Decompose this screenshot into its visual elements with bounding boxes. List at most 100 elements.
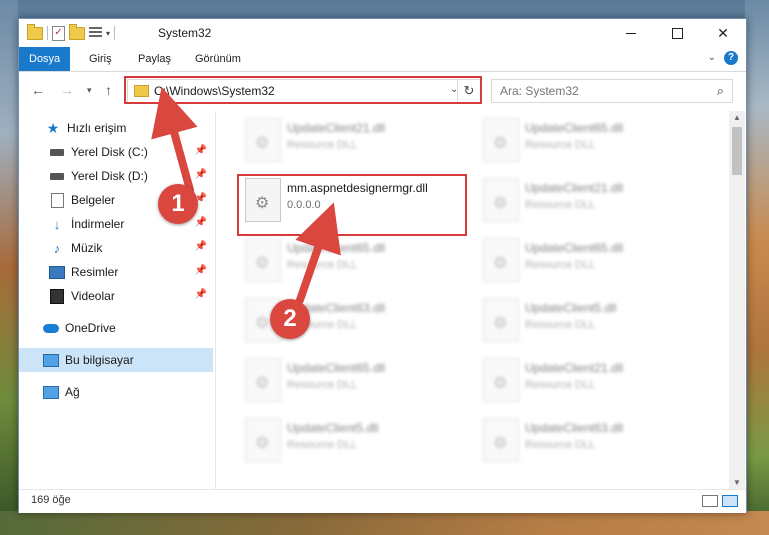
file-name: UpdateClient65.dll [287, 241, 386, 255]
sidebar-item-music[interactable]: ♪ Müzik 📌 [19, 236, 213, 260]
new-folder-icon[interactable] [69, 23, 85, 40]
maximize-icon [671, 27, 683, 39]
pin-icon[interactable]: 📌 [195, 145, 207, 156]
sidebar-item-this-pc[interactable]: Bu bilgisayar [19, 348, 213, 372]
dll-file-icon [483, 178, 519, 222]
file-type: Resource DLL [525, 439, 596, 451]
title-bar: ✓ ▾ System32 ✕ [19, 19, 746, 47]
file-name: UpdateClient5.dll [287, 421, 379, 435]
disk-icon [49, 145, 65, 159]
tab-file[interactable]: Dosya [19, 47, 71, 71]
navigation-bar: ← → ▾ ↑ C:\Windows\System32 ⌄ ↻ Ara: Sys… [19, 72, 746, 108]
help-icon[interactable]: ? [724, 51, 738, 65]
sidebar-item-label: Videolar [71, 289, 115, 303]
step-badge-2: 2 [270, 299, 310, 339]
file-type: Resource DLL [287, 439, 358, 451]
customize-toolbar-icon[interactable] [89, 27, 102, 39]
computer-icon [43, 353, 59, 367]
chevron-down-icon[interactable]: ▾ [106, 29, 110, 38]
file-tile[interactable]: UpdateClient5.dll Resource DLL [477, 295, 709, 347]
search-input[interactable]: Ara: System32 ⌕ [491, 79, 733, 103]
sidebar-item-disk-c[interactable]: Yerel Disk (C:) 📌 [19, 140, 213, 164]
tab-home[interactable]: Giriş [79, 47, 122, 71]
sidebar-item-label: Belgeler [71, 193, 116, 207]
dll-file-icon [483, 118, 519, 162]
sidebar-item-onedrive[interactable]: OneDrive [19, 316, 213, 340]
scroll-up-icon[interactable]: ▲ [733, 113, 741, 122]
file-tile[interactable]: UpdateClient65.dll Resource DLL [239, 355, 471, 407]
disk-icon [49, 169, 65, 183]
pin-icon[interactable]: 📌 [195, 265, 207, 276]
desktop-background-bottom [0, 511, 769, 535]
file-type: Resource DLL [525, 379, 596, 391]
sidebar-item-label: Yerel Disk (D:) [71, 169, 148, 183]
dll-file-icon [483, 298, 519, 342]
minimize-button[interactable] [608, 19, 654, 47]
file-tile[interactable]: UpdateClient63.dll Resource DLL [477, 415, 709, 467]
star-icon: ★ [46, 119, 60, 136]
file-name: UpdateClient63.dll [525, 421, 624, 435]
file-name: UpdateClient65.dll [525, 241, 624, 255]
document-icon [49, 192, 65, 208]
maximize-button[interactable] [654, 19, 700, 47]
properties-check-icon[interactable]: ✓ [52, 25, 65, 41]
file-tile[interactable]: UpdateClient21.dll Resource DLL [477, 355, 709, 407]
close-button[interactable]: ✕ [700, 19, 746, 47]
details-view-icon[interactable] [702, 495, 718, 507]
search-icon[interactable]: ⌕ [717, 83, 724, 99]
sidebar-item-quick-access[interactable]: ★ Hızlı erişim [19, 116, 213, 140]
sidebar-item-label: Ağ [65, 385, 80, 399]
sidebar-item-label: Bu bilgisayar [65, 353, 134, 367]
explorer-window: ✓ ▾ System32 ✕ Dosya Giriş Paylaş Görünü… [18, 18, 747, 513]
sidebar-item-pictures[interactable]: Resimler 📌 [19, 260, 213, 284]
sidebar-item-label: Yerel Disk (C:) [71, 145, 148, 159]
scroll-thumb[interactable] [732, 127, 742, 175]
back-arrow-icon[interactable]: ← [31, 82, 45, 98]
tiles-view-icon[interactable] [722, 495, 738, 507]
chevron-down-icon[interactable]: ⌄ [708, 52, 716, 63]
dll-file-icon [483, 358, 519, 402]
sidebar-item-network[interactable]: Ağ [19, 380, 213, 404]
file-tile[interactable]: UpdateClient65.dll Resource DLL [477, 235, 709, 287]
address-highlight-box [124, 76, 482, 104]
file-tile[interactable]: UpdateClient5.dll Resource DLL [239, 415, 471, 467]
file-tile[interactable]: UpdateClient65.dll Resource DLL [477, 115, 709, 167]
dll-file-icon [245, 238, 281, 282]
download-icon: ↓ [53, 216, 61, 232]
video-icon [49, 288, 65, 304]
status-bar: 169 öğe [19, 489, 746, 513]
step-badge-1: 1 [158, 184, 198, 224]
file-tile[interactable]: UpdateClient21.dll Resource DLL [477, 175, 709, 227]
folder-icon [27, 23, 43, 40]
pin-icon[interactable]: 📌 [195, 217, 207, 228]
file-tile[interactable]: UpdateClient65.dll Resource DLL [239, 235, 471, 287]
dll-file-icon [245, 358, 281, 402]
tab-view[interactable]: Görünüm [185, 47, 251, 71]
file-name: UpdateClient21.dll [287, 121, 386, 135]
file-type: Resource DLL [525, 199, 596, 211]
toolbar-divider [47, 26, 48, 40]
file-name: UpdateClient65.dll [525, 121, 624, 135]
pin-icon[interactable]: 📌 [195, 169, 207, 180]
item-count: 169 öğe [31, 494, 71, 506]
forward-arrow-icon[interactable]: → [60, 82, 74, 98]
sidebar-item-label: OneDrive [65, 321, 116, 335]
sidebar-item-videos[interactable]: Videolar 📌 [19, 284, 213, 308]
file-type: Resource DLL [287, 139, 358, 151]
file-name: UpdateClient21.dll [525, 361, 624, 375]
tab-share[interactable]: Paylaş [128, 47, 181, 71]
file-type: Resource DLL [525, 259, 596, 271]
up-arrow-icon[interactable]: ↑ [105, 82, 112, 98]
scroll-down-icon[interactable]: ▼ [733, 478, 741, 487]
pictures-icon [49, 265, 65, 279]
file-type: Resource DLL [287, 259, 358, 271]
file-type: Resource DLL [287, 379, 358, 391]
close-icon: ✕ [717, 24, 729, 41]
file-tile[interactable]: UpdateClient21.dll Resource DLL [239, 115, 471, 167]
vertical-scrollbar[interactable]: ▲ ▼ [729, 111, 745, 489]
file-name: UpdateClient21.dll [525, 181, 624, 195]
dll-file-icon [483, 418, 519, 462]
recent-locations-chevron-icon[interactable]: ▾ [87, 85, 92, 96]
pin-icon[interactable]: 📌 [195, 289, 207, 300]
pin-icon[interactable]: 📌 [195, 241, 207, 252]
